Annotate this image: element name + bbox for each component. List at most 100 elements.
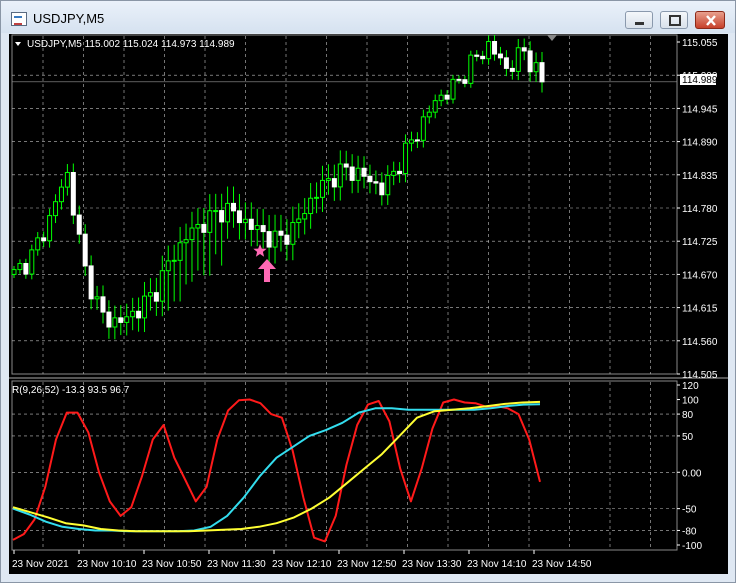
price-axis-label: 114.890 <box>682 138 718 149</box>
time-axis-label: 23 Nov 14:50 <box>532 559 592 570</box>
chart-menu-triangle-icon[interactable] <box>15 42 21 46</box>
chart-window: USDJPY,M5 115.055115.000114.945114.89011… <box>0 0 736 583</box>
candle-body <box>88 265 94 300</box>
candle-body <box>231 202 237 212</box>
candle-body <box>177 242 183 261</box>
candle-body <box>302 213 308 220</box>
candle-body <box>58 186 64 203</box>
candle-body <box>456 78 462 81</box>
indicator-axis-label: 0.00 <box>682 468 702 479</box>
close-icon <box>706 15 716 26</box>
candle-body <box>492 41 498 55</box>
candle-body <box>195 223 201 229</box>
candle-body <box>17 263 23 271</box>
signal-up-arrow-icon <box>258 259 276 282</box>
candle-body <box>106 311 112 328</box>
shift-marker-icon[interactable] <box>547 35 557 41</box>
maximize-button[interactable] <box>660 11 688 29</box>
candle-body <box>355 167 361 181</box>
candle-body <box>47 215 53 242</box>
indicator-lines <box>12 398 541 543</box>
price-axis-label: 114.670 <box>682 270 718 281</box>
candle-body <box>171 259 177 262</box>
candle-body <box>153 292 159 302</box>
price-axis-label: 114.835 <box>682 171 718 182</box>
indicator-axis-label: 100 <box>682 396 699 407</box>
signal-star-icon <box>253 244 267 257</box>
candle-body <box>462 79 468 84</box>
time-axis-label: 23 Nov 12:10 <box>272 559 332 570</box>
candle-body <box>438 94 444 102</box>
candle-body <box>343 163 349 168</box>
chart-window-icon <box>11 12 27 26</box>
candle-body <box>29 249 35 275</box>
candle-body <box>70 172 76 216</box>
candle-body <box>53 201 59 217</box>
candle-body <box>242 218 248 224</box>
candle-body <box>201 223 207 233</box>
candle-body <box>236 210 242 224</box>
candle-body <box>278 230 284 236</box>
candle-body <box>385 174 391 196</box>
candle-body <box>266 231 272 248</box>
candle-body <box>165 260 171 272</box>
candle-body <box>260 225 266 233</box>
candle-body <box>497 53 503 59</box>
candle-body <box>100 296 106 313</box>
candle-body <box>219 210 225 223</box>
candle-body <box>142 295 148 319</box>
price-axis-label: 114.780 <box>682 204 718 215</box>
candle-body <box>213 210 219 213</box>
time-axis-label: 23 Nov 13:30 <box>402 559 462 570</box>
price-axis-label: 114.505 <box>682 370 718 381</box>
close-button[interactable] <box>695 11 725 29</box>
candle-body <box>361 167 367 177</box>
candle-body <box>94 296 100 300</box>
indicator-red-line <box>12 398 541 543</box>
candle-body <box>325 178 331 181</box>
candle-body <box>76 214 82 235</box>
time-axis-label: 23 Nov 2021 <box>12 559 69 570</box>
time-axis-label: 23 Nov 14:10 <box>467 559 527 570</box>
time-axis-label: 23 Nov 11:30 <box>207 559 266 570</box>
candle-body <box>486 41 492 60</box>
candle-body <box>118 317 124 323</box>
indicator-axis-label: -80 <box>682 526 697 537</box>
candle-body <box>426 111 432 118</box>
candle-body <box>414 139 420 142</box>
candle-body <box>403 142 409 175</box>
indicator-axis-label: -50 <box>682 505 697 516</box>
time-axis-label: 23 Nov 12:50 <box>337 559 397 570</box>
candle-body <box>159 270 165 302</box>
candle-body <box>509 67 515 72</box>
candle-body <box>503 57 509 69</box>
candle-body <box>408 139 414 144</box>
candle-body <box>207 210 213 233</box>
candle-body <box>373 181 379 184</box>
price-tag: 114.989 <box>680 74 718 86</box>
candle-body <box>337 163 343 188</box>
indicator-axis-label: -100 <box>682 541 702 552</box>
candle-body <box>284 234 290 245</box>
candle-body <box>124 316 130 323</box>
minimize-button[interactable] <box>625 11 653 29</box>
title-bar[interactable]: USDJPY,M5 <box>1 1 735 33</box>
indicator-panel-border <box>11 380 678 551</box>
candle-body <box>391 170 397 176</box>
candle-body <box>147 292 153 297</box>
price-axis-label: 114.615 <box>682 304 718 315</box>
candle-body <box>367 175 373 183</box>
candle-body <box>290 222 296 245</box>
time-axis-label: 23 Nov 10:10 <box>77 559 137 570</box>
price-chart[interactable]: 115.055115.000114.945114.890114.835114.7… <box>9 34 728 574</box>
candle-body <box>130 310 136 318</box>
price-axis-label: 114.725 <box>682 237 718 248</box>
candle-body <box>319 179 325 198</box>
candle-body <box>468 54 474 84</box>
chart-area[interactable]: 115.055115.000114.945114.890114.835114.7… <box>9 34 728 574</box>
candle-body <box>296 218 302 224</box>
indicator-axis-label: 50 <box>682 432 694 443</box>
candle-body <box>480 55 486 60</box>
candle-body <box>432 100 438 113</box>
candle-body <box>272 230 278 248</box>
